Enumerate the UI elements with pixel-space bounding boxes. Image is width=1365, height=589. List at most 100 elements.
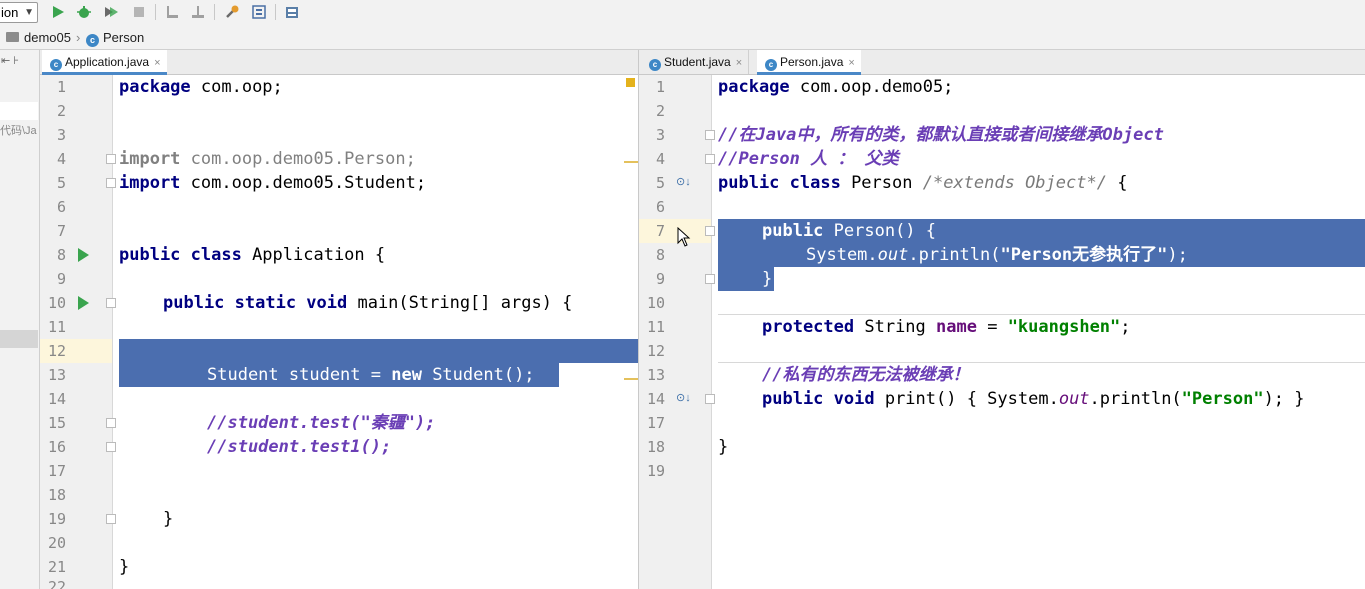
left-code-editor[interactable]: 1 2 3 4 5 6 7 8 9 10 11 12 13 14 15 16 1… (40, 75, 638, 589)
sdk-icon[interactable] (284, 4, 300, 20)
class-icon: c (765, 59, 777, 71)
code-line-14: public void print() { System.out.println… (762, 389, 1305, 409)
line-number: 8 (56, 246, 66, 264)
code-line-13: //私有的东西无法被继承！ (762, 365, 970, 385)
run-configuration-select[interactable]: ion ▼ (0, 2, 38, 23)
close-icon[interactable]: × (736, 57, 742, 69)
line-number: 5 (56, 174, 66, 192)
inheritors-icon[interactable]: ⊙↓ (676, 391, 691, 404)
code-line-16: //student.test1(); (207, 437, 392, 457)
line-number: 15 (47, 414, 66, 432)
right-editor-tabbar: c Student.java × c Person.java × (639, 50, 1365, 75)
stop-icon[interactable] (131, 4, 147, 20)
line-number: 13 (646, 366, 665, 384)
code-line-7: public Person() { (762, 221, 937, 241)
line-number: 17 (47, 462, 66, 480)
error-stripe-mark[interactable] (624, 161, 638, 163)
line-number: 10 (646, 294, 665, 312)
code-line-21: } (119, 557, 130, 577)
line-number: 19 (47, 510, 66, 528)
code-line-3: //在Java中，所有的类，都默认直接或者间接继承Object (718, 125, 1164, 145)
code-line-19: } (163, 509, 174, 529)
line-number: 8 (655, 246, 665, 264)
code-line-11: protected String name = "kuangshen"; (762, 317, 1131, 337)
fold-icon[interactable] (106, 442, 116, 452)
collapse-icon[interactable]: ⇤ ⊦ (1, 54, 19, 67)
line-number: 16 (47, 438, 66, 456)
folder-icon (6, 32, 19, 42)
fold-icon[interactable] (705, 130, 715, 140)
tab-person-java[interactable]: c Person.java × (757, 50, 861, 75)
rebuild-icon[interactable] (190, 4, 206, 20)
breadcrumb-item-demo05[interactable]: demo05 (6, 29, 71, 46)
line-number: 20 (47, 534, 66, 552)
main-toolbar: ion ▼ (0, 0, 1365, 27)
run-main-icon[interactable] (78, 296, 89, 310)
line-number: 14 (646, 390, 665, 408)
line-number: 12 (47, 342, 66, 360)
run-class-icon[interactable] (78, 248, 89, 262)
debug-icon[interactable] (76, 4, 92, 20)
breadcrumb: demo05 › c Person (0, 26, 1365, 50)
inheritors-icon[interactable]: ⊙↓ (676, 175, 691, 188)
chevron-down-icon: ▼ (24, 7, 34, 18)
error-stripe-mark[interactable] (624, 378, 638, 380)
fold-icon[interactable] (106, 514, 116, 524)
line-number: 14 (47, 390, 66, 408)
project-tree-path: 代码\Ja (0, 125, 37, 137)
fold-icon[interactable] (106, 154, 116, 164)
line-number: 5 (655, 174, 665, 192)
fold-icon[interactable] (705, 274, 715, 284)
fold-icon[interactable] (705, 226, 715, 236)
fold-icon[interactable] (106, 298, 116, 308)
code-line-13: Student student = new Student(); (207, 365, 535, 385)
project-tree-selected-row[interactable] (0, 102, 38, 120)
code-line-15: //student.test("秦疆"); (207, 413, 436, 433)
expand-icon[interactable] (705, 394, 715, 404)
line-number: 11 (47, 318, 66, 336)
fold-icon[interactable] (705, 154, 715, 164)
code-line-1: package com.oop; (119, 77, 283, 97)
close-icon[interactable]: × (154, 57, 160, 69)
line-number: 22 (47, 578, 66, 589)
tab-student-java[interactable]: c Student.java × (641, 50, 750, 74)
line-number: 4 (56, 150, 66, 168)
breadcrumb-item-person[interactable]: c Person (86, 29, 144, 47)
code-line-5: import com.oop.demo05.Student; (119, 173, 427, 193)
fold-icon[interactable] (106, 418, 116, 428)
line-number: 19 (646, 462, 665, 480)
settings-icon[interactable] (224, 4, 240, 20)
class-icon: c (86, 34, 99, 47)
run-icon[interactable] (50, 4, 66, 20)
tab-application-java[interactable]: c Application.java × (42, 50, 167, 75)
line-number: 13 (47, 366, 66, 384)
close-icon[interactable]: × (848, 57, 854, 69)
line-number: 9 (655, 270, 665, 288)
right-code-editor[interactable]: 1 2 3 4 5 6 7 8 9 10 11 12 13 14 17 18 1… (639, 75, 1365, 589)
line-number: 4 (655, 150, 665, 168)
breadcrumb-separator: › (76, 30, 81, 45)
line-number: 1 (655, 78, 665, 96)
fold-icon[interactable] (106, 178, 116, 188)
code-line-4: import com.oop.demo05.Person; (119, 149, 416, 169)
code-line-1: package com.oop.demo05; (718, 77, 954, 97)
structure-icon[interactable] (251, 4, 267, 20)
line-number: 1 (56, 78, 66, 96)
build-icon[interactable] (164, 4, 180, 20)
code-line-5: public class Person /*extends Object*/ { (718, 173, 1128, 193)
class-icon: c (649, 59, 661, 71)
code-line-9: } (762, 269, 773, 289)
line-number: 3 (655, 126, 665, 144)
line-number: 18 (47, 486, 66, 504)
project-tree-selection[interactable] (0, 330, 38, 348)
line-number: 12 (646, 342, 665, 360)
line-number: 21 (47, 558, 66, 576)
code-line-8: public class Application { (119, 245, 386, 265)
class-icon: c (50, 59, 62, 71)
line-number: 6 (56, 198, 66, 216)
inspection-warning-icon[interactable] (626, 78, 635, 87)
code-line-8: System.out.println("Person无参执行了"); (806, 245, 1188, 265)
line-number: 6 (655, 198, 665, 216)
code-line-10: public static void main(String[] args) { (163, 293, 573, 313)
coverage-icon[interactable] (103, 4, 119, 20)
